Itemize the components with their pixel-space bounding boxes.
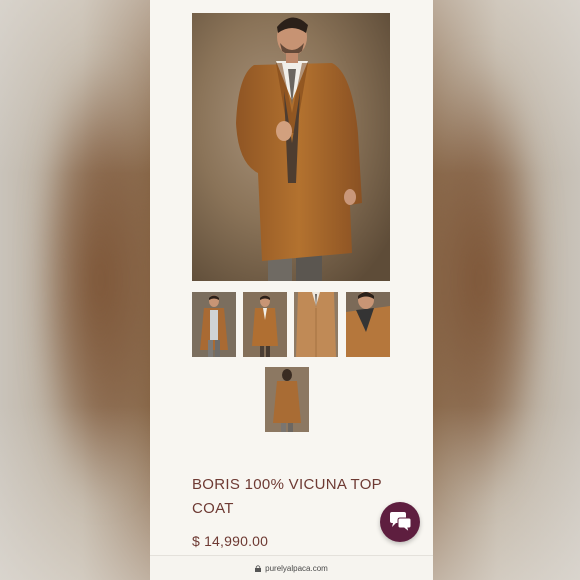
lock-icon <box>255 564 262 572</box>
product-title: BORIS 100% VICUNA TOP COAT <box>192 476 382 517</box>
chat-bubbles-icon <box>390 512 412 533</box>
url-text: purelyalpaca.com <box>265 563 328 573</box>
chat-button[interactable] <box>380 502 420 542</box>
thumbnail-2[interactable] <box>243 292 287 357</box>
thumbnail-3[interactable] <box>294 292 338 357</box>
backdrop-right <box>430 0 580 580</box>
browser-url-bar[interactable]: purelyalpaca.com <box>150 555 433 580</box>
thumbnail-5[interactable] <box>265 367 309 432</box>
product-page: BORIS 100% VICUNA TOP COAT $ 14,990.00 p… <box>150 0 433 580</box>
product-main-image[interactable] <box>192 13 390 281</box>
product-price: $ 14,990.00 <box>192 533 269 549</box>
thumbnail-1[interactable] <box>192 292 236 357</box>
backdrop-left <box>0 0 150 580</box>
thumbnail-4[interactable] <box>346 292 390 357</box>
